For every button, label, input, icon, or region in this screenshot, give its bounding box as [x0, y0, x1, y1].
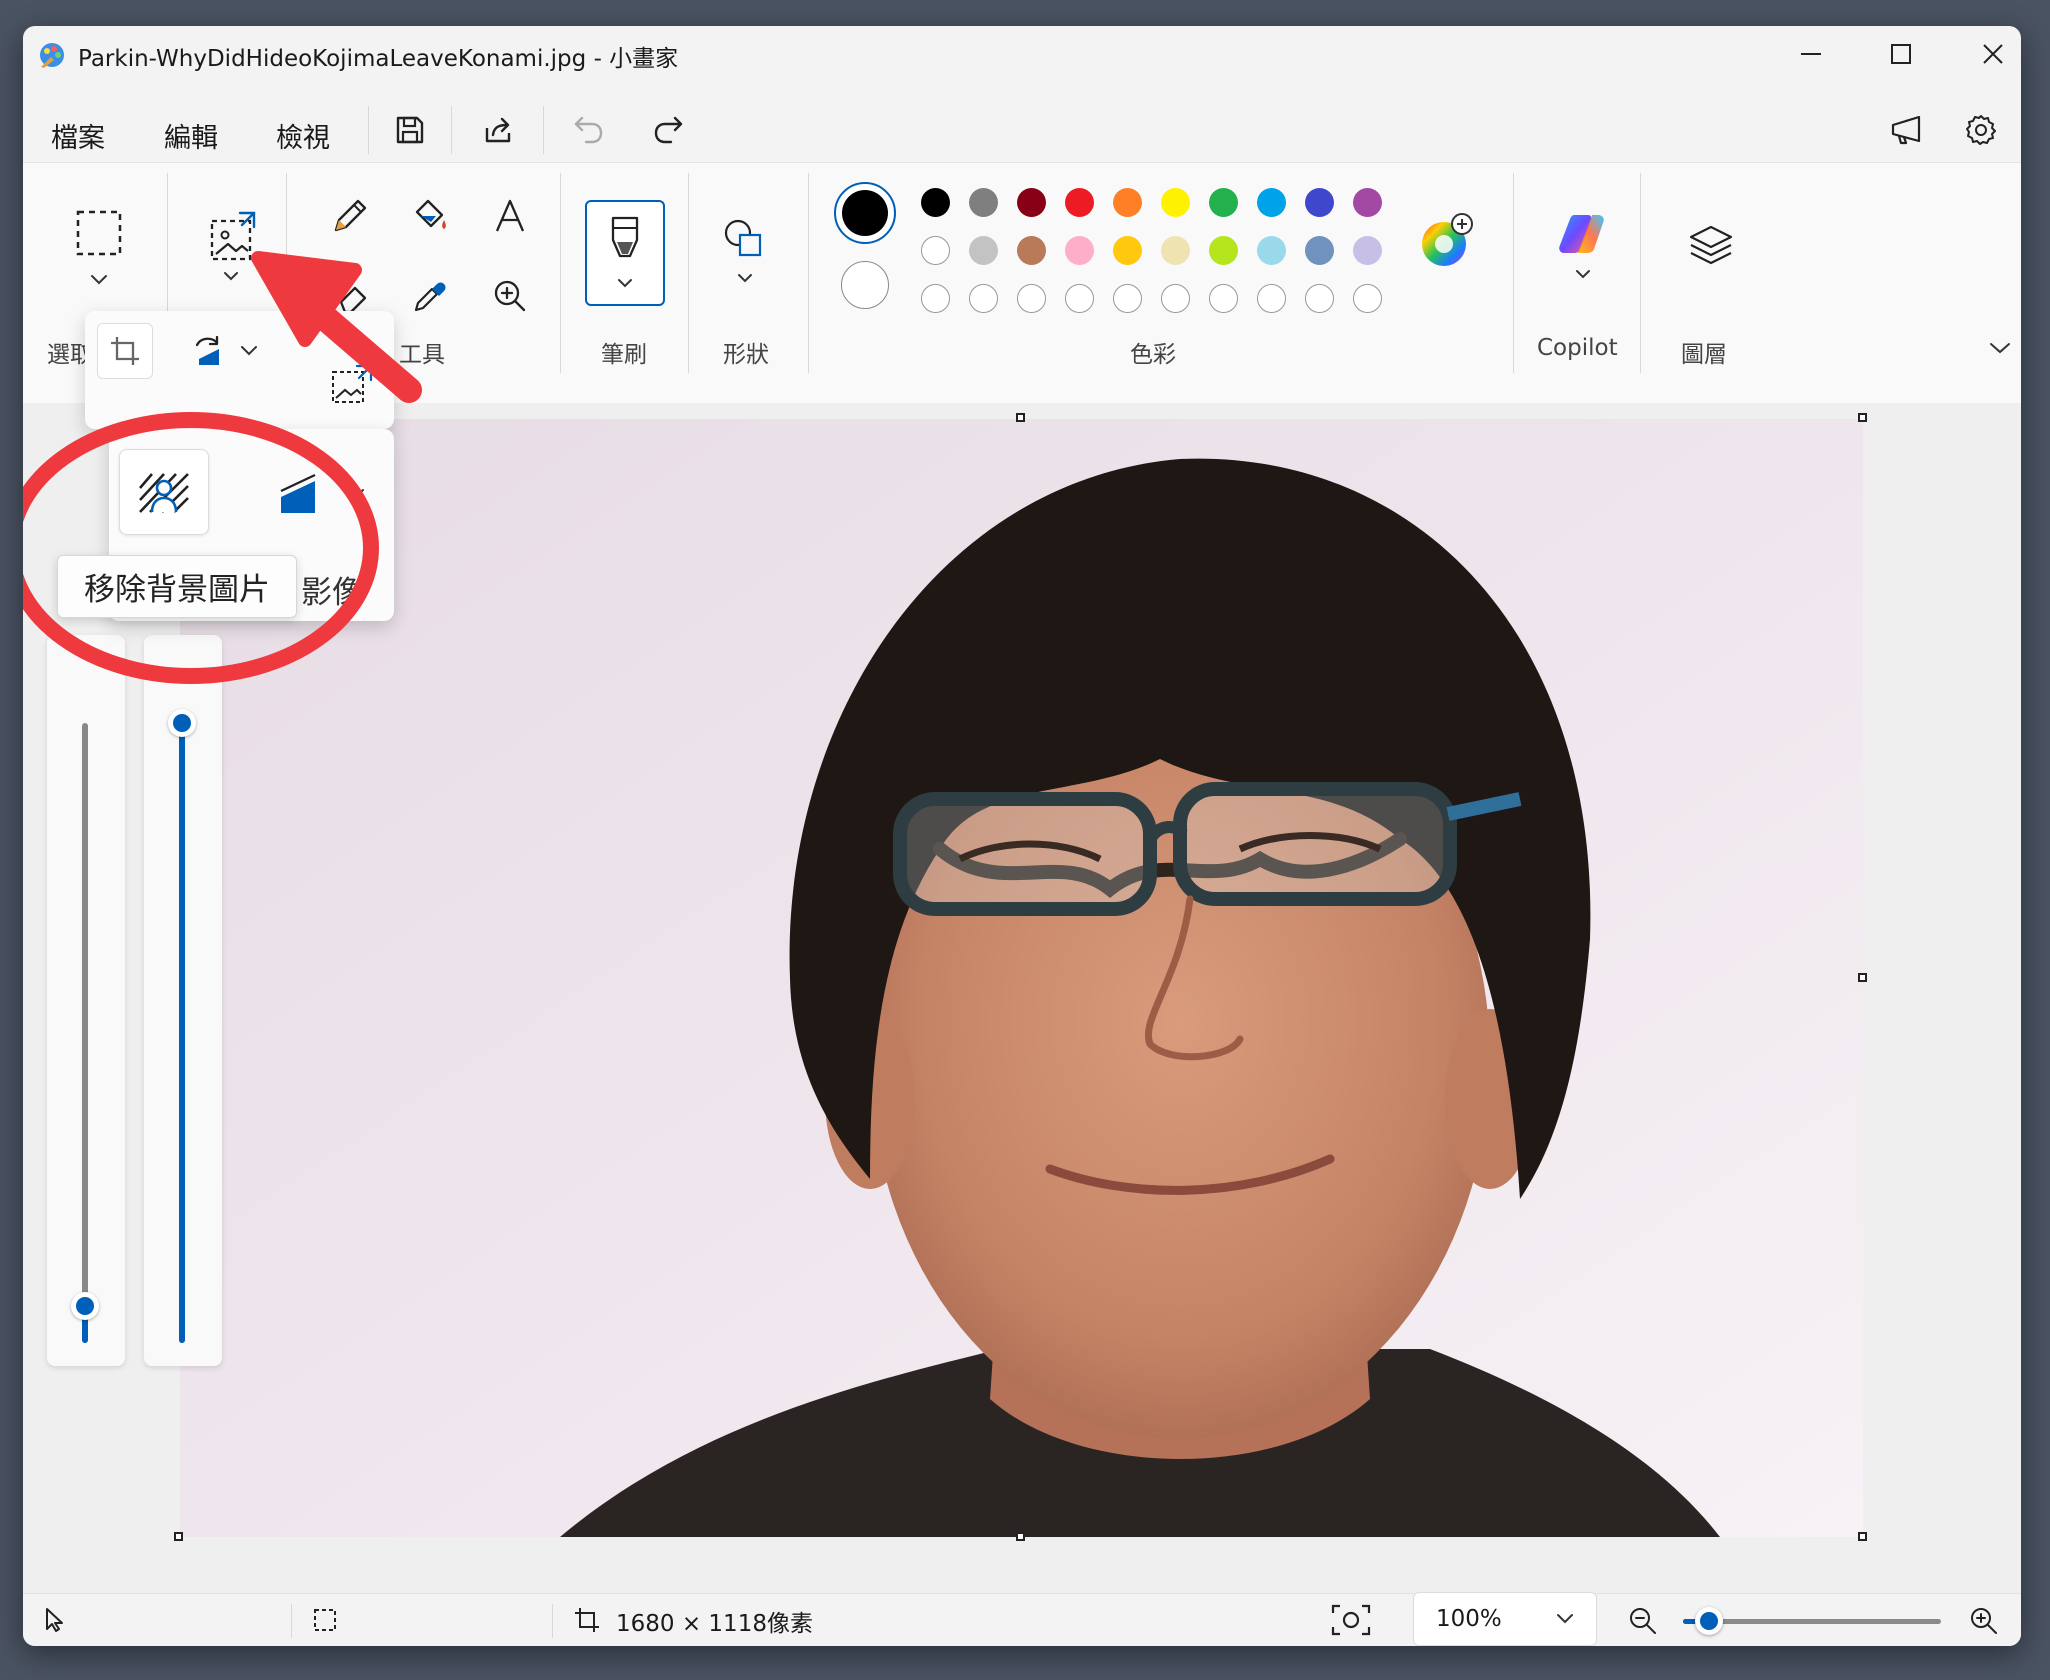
zoom-out-button[interactable] — [1624, 1602, 1662, 1640]
zoom-out-icon — [1630, 1608, 1656, 1634]
remove-background-tooltip: 移除背景圖片 — [57, 555, 297, 618]
chevron-down-icon — [1557, 1614, 1573, 1624]
fit-to-window-icon — [1331, 1604, 1371, 1636]
annotation-arrow — [251, 251, 422, 403]
canvas-dimensions: 1680 × 1118像素 — [616, 1611, 813, 1637]
zoom-select[interactable]: 100% — [1413, 1592, 1597, 1646]
fit-to-window-button[interactable] — [1329, 1600, 1373, 1640]
zoom-value: 100% — [1436, 1606, 1502, 1632]
status-divider — [552, 1604, 553, 1638]
cursor-position-button[interactable] — [37, 1602, 73, 1638]
annotation-overlay — [23, 251, 422, 684]
zoom-in-icon — [1971, 1608, 1997, 1634]
paint-window: Parkin-WhyDidHideoKojimaLeaveKonami.jpg … — [23, 26, 2021, 1646]
selection-size-button[interactable] — [307, 1602, 343, 1638]
selection-icon — [314, 1609, 336, 1631]
pointer-icon — [46, 1608, 63, 1632]
annotation-circle — [23, 412, 379, 684]
zoom-in-button[interactable] — [1965, 1602, 2003, 1640]
status-divider — [291, 1604, 292, 1638]
canvas-size-icon — [575, 1608, 599, 1632]
status-bar: 1680 × 1118像素 100% — [23, 1592, 2021, 1646]
canvas-size-button[interactable] — [569, 1602, 605, 1638]
zoom-slider-thumb[interactable] — [1694, 1607, 1723, 1635]
